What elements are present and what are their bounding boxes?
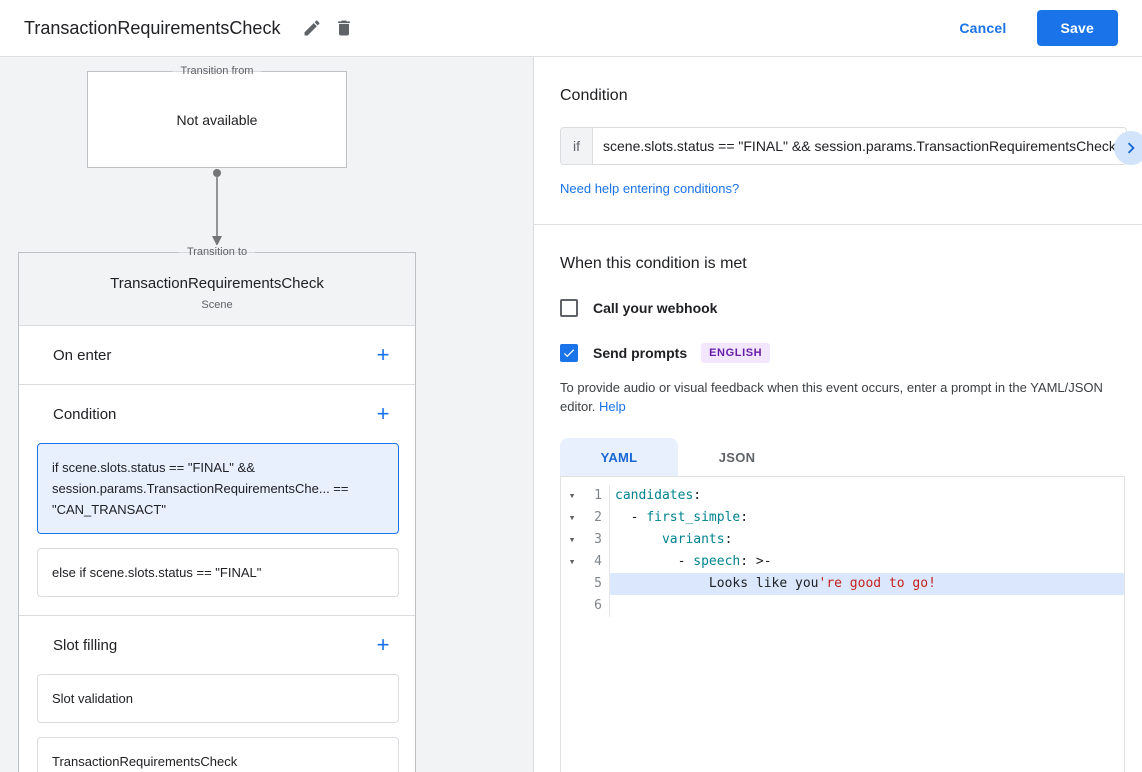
editor-line[interactable]: 5 Looks like you're good to go! (561, 573, 1124, 595)
fold-spacer (561, 595, 583, 617)
slot-filling-title: Slot filling (53, 637, 117, 654)
transition-from-label: Transition from (173, 64, 262, 78)
tab-yaml[interactable]: YAML (560, 438, 678, 476)
line-number: 1 (583, 485, 610, 507)
prompts-label: Send prompts (593, 345, 687, 361)
editor-tabs: YAML JSON (560, 438, 1127, 476)
tab-json[interactable]: JSON (678, 438, 796, 476)
on-enter-title: On enter (53, 347, 111, 364)
fold-arrow-icon[interactable]: ▾ (561, 529, 583, 551)
add-slot-button[interactable]: + (371, 633, 395, 657)
editor-line[interactable]: ▾3 variants: (561, 529, 1124, 551)
prompt-description: To provide audio or visual feedback when… (560, 378, 1127, 416)
transition-from-box: Transition from Not available (87, 71, 347, 168)
cancel-button[interactable]: Cancel (959, 20, 1006, 36)
code-line (610, 595, 1124, 617)
prompts-checkbox-row: Send prompts ENGLISH (560, 343, 1127, 363)
line-number: 6 (583, 595, 610, 617)
fold-spacer (561, 573, 583, 595)
language-badge: ENGLISH (701, 343, 770, 363)
code-line: - first_simple: (610, 507, 1124, 529)
webhook-label: Call your webhook (593, 300, 717, 316)
add-condition-button[interactable]: + (371, 402, 395, 426)
scene-card-header[interactable]: TransactionRequirementsCheck Scene (19, 253, 415, 326)
check-icon (562, 346, 576, 360)
fold-arrow-icon[interactable]: ▾ (561, 507, 583, 529)
add-on-enter-button[interactable]: + (371, 343, 395, 367)
line-number: 3 (583, 529, 610, 551)
webhook-checkbox[interactable] (560, 299, 578, 317)
chevron-right-icon (1120, 137, 1142, 159)
condition-section-title: Condition (53, 406, 116, 423)
transition-arrow (18, 168, 416, 248)
on-enter-section: On enter + (19, 326, 415, 384)
code-line: variants: (610, 529, 1124, 551)
condition-expression-input[interactable] (593, 128, 1126, 164)
edit-button[interactable] (296, 12, 328, 44)
line-number: 4 (583, 551, 610, 573)
fold-arrow-icon[interactable]: ▾ (561, 485, 583, 507)
editor-line[interactable]: ▾4 - speech: >- (561, 551, 1124, 573)
yaml-code-editor[interactable]: ▾1candidates:▾2 - first_simple:▾3 varian… (560, 476, 1125, 772)
main-content: Transition from Not available Transition… (0, 57, 1142, 772)
line-number: 2 (583, 507, 610, 529)
delete-button[interactable] (328, 12, 360, 44)
help-link[interactable]: Help (599, 399, 626, 414)
trash-icon (334, 18, 354, 38)
prompts-checkbox[interactable] (560, 344, 578, 362)
condition-expression-field: if (560, 127, 1127, 165)
transition-to-card: Transition to TransactionRequirementsChe… (18, 252, 416, 772)
scene-graph-panel: Transition from Not available Transition… (0, 57, 534, 772)
app-header: TransactionRequirementsCheck Cancel Save (0, 0, 1142, 57)
code-line: Looks like you're good to go! (610, 573, 1124, 595)
pencil-icon (302, 18, 322, 38)
collapse-panel-button[interactable] (1114, 131, 1142, 165)
line-number: 5 (583, 573, 610, 595)
editor-line[interactable]: ▾2 - first_simple: (561, 507, 1124, 529)
webhook-checkbox-row: Call your webhook (560, 299, 1127, 317)
slot-card-validation[interactable]: Slot validation (37, 674, 399, 723)
condition-card-selected[interactable]: if scene.slots.status == "FINAL" && sess… (37, 443, 399, 534)
scene-type-label: Scene (31, 299, 403, 311)
fold-arrow-icon[interactable]: ▾ (561, 551, 583, 573)
condition-section-header: Condition + (19, 385, 415, 443)
code-editor-lines: ▾1candidates:▾2 - first_simple:▾3 varian… (561, 485, 1124, 617)
save-button[interactable]: Save (1037, 10, 1119, 46)
editor-line[interactable]: 6 (561, 595, 1124, 617)
slot-card-transaction[interactable]: TransactionRequirementsCheck (37, 737, 399, 772)
condition-detail-panel: Condition if Need help entering conditio… (534, 57, 1142, 772)
when-met-heading: When this condition is met (560, 255, 1127, 273)
prompt-description-text: To provide audio or visual feedback when… (560, 380, 1103, 414)
condition-help-link[interactable]: Need help entering conditions? (560, 181, 739, 196)
code-line: - speech: >- (610, 551, 1124, 573)
code-line: candidates: (610, 485, 1124, 507)
divider (534, 224, 1142, 225)
slot-filling-section-header: Slot filling + (19, 616, 415, 674)
scene-name: TransactionRequirementsCheck (31, 275, 403, 292)
transition-to-label: Transition to (179, 245, 255, 259)
page-title: TransactionRequirementsCheck (24, 18, 280, 39)
editor-line[interactable]: ▾1candidates: (561, 485, 1124, 507)
condition-card[interactable]: else if scene.slots.status == "FINAL" (37, 548, 399, 597)
if-prefix-label: if (561, 128, 593, 164)
condition-heading: Condition (560, 87, 1127, 105)
transition-from-value: Not available (177, 112, 258, 128)
